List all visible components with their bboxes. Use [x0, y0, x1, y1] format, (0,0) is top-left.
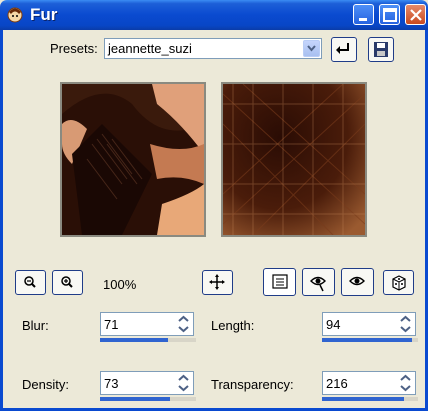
- chevron-down-icon: [307, 45, 316, 52]
- maximize-icon: [383, 8, 397, 22]
- save-preset-icon: [374, 42, 388, 57]
- minimize-icon: [359, 18, 367, 21]
- close-button[interactable]: [405, 4, 426, 25]
- randomize-button[interactable]: [383, 270, 414, 295]
- pan-icon: [209, 274, 225, 290]
- list-toggle-button[interactable]: [263, 268, 296, 296]
- transparency-label: Transparency:: [211, 377, 294, 392]
- density-input[interactable]: 73: [100, 371, 194, 395]
- presets-label: Presets:: [50, 41, 98, 56]
- presets-dropdown[interactable]: jeannette_suzi: [104, 38, 322, 59]
- original-preview-image: [62, 84, 204, 235]
- blur-label: Blur:: [22, 318, 49, 333]
- transparency-stepper[interactable]: 216: [322, 371, 418, 401]
- blur-value: 71: [104, 317, 119, 332]
- maximize-button[interactable]: [379, 4, 400, 25]
- zoom-out-icon: [24, 276, 36, 288]
- fur-app-icon: [7, 7, 23, 23]
- zoom-out-button[interactable]: [15, 270, 46, 295]
- list-icon: [272, 274, 288, 289]
- blur-input[interactable]: 71: [100, 312, 194, 336]
- transparency-slider-fill: [322, 397, 404, 401]
- zoom-in-button[interactable]: [52, 270, 83, 295]
- reset-button[interactable]: [331, 37, 357, 62]
- spin-arrows-icon[interactable]: [174, 372, 193, 394]
- blur-slider-fill: [100, 338, 169, 342]
- density-stepper[interactable]: 73: [100, 371, 196, 401]
- randomize-dice-icon: [392, 275, 406, 291]
- save-preset-button[interactable]: [368, 37, 394, 62]
- transparency-slider[interactable]: [322, 397, 418, 401]
- length-stepper[interactable]: 94: [322, 312, 418, 342]
- title-bar[interactable]: Fur: [0, 0, 428, 30]
- density-slider[interactable]: [100, 397, 196, 401]
- blur-slider[interactable]: [100, 338, 196, 342]
- minimize-button[interactable]: [353, 4, 374, 25]
- zoom-level: 100%: [103, 277, 137, 292]
- presets-value: jeannette_suzi: [108, 41, 192, 56]
- spin-arrows-icon[interactable]: [396, 313, 415, 335]
- length-input[interactable]: 94: [322, 312, 416, 336]
- proof-icon: [310, 276, 326, 292]
- length-label: Length:: [211, 318, 255, 333]
- reset-icon: [336, 43, 349, 54]
- length-value: 94: [326, 317, 341, 332]
- original-preview[interactable]: [60, 82, 206, 237]
- density-value: 73: [104, 376, 119, 391]
- preview-eye-icon: [349, 276, 365, 286]
- presets-dropdown-button[interactable]: [303, 40, 320, 57]
- pan-button[interactable]: [202, 270, 233, 295]
- transparency-input[interactable]: 216: [322, 371, 416, 395]
- effect-preview-image: [223, 84, 365, 235]
- fur-effect-preview[interactable]: [221, 82, 367, 237]
- proof-button[interactable]: [302, 268, 335, 296]
- blur-stepper[interactable]: 71: [100, 312, 196, 342]
- density-slider-fill: [100, 397, 171, 401]
- zoom-in-icon: [61, 276, 73, 288]
- density-label: Density:: [22, 377, 69, 392]
- preview-toggle-button[interactable]: [341, 268, 374, 296]
- window-title: Fur: [30, 5, 58, 24]
- close-icon: [410, 9, 422, 21]
- transparency-value: 216: [326, 376, 348, 391]
- spin-arrows-icon[interactable]: [174, 313, 193, 335]
- spin-arrows-icon[interactable]: [396, 372, 415, 394]
- length-slider-fill: [322, 338, 413, 342]
- length-slider[interactable]: [322, 338, 418, 342]
